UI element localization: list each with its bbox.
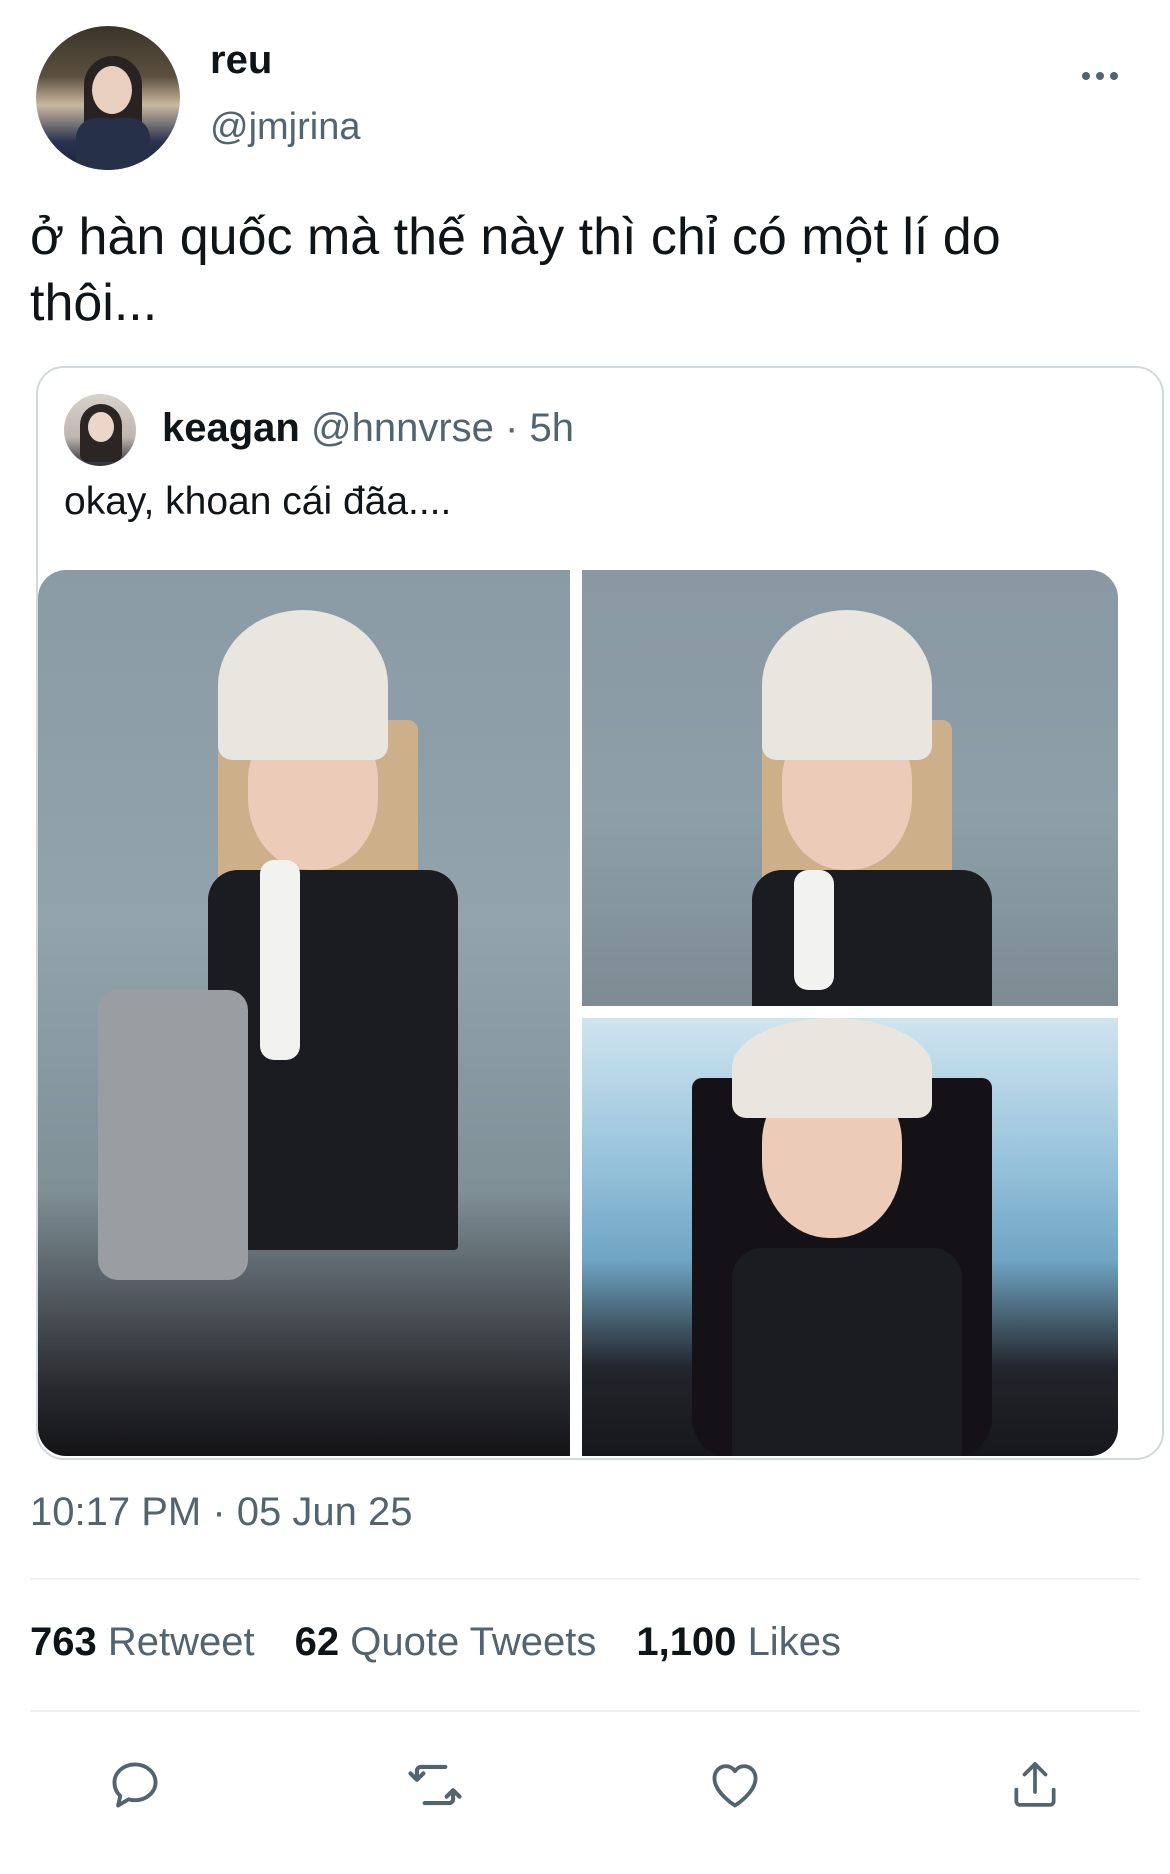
tweet-timestamp[interactable]: 10:17 PM · 05 Jun 25 [30,1490,412,1535]
retweet-icon [408,1764,462,1806]
retweet-button[interactable] [390,1740,480,1830]
more-options-button[interactable] [1070,56,1130,96]
quote-meta: @hnnvrse · 5h [310,406,574,450]
divider [30,1578,1140,1580]
tweet-stats: 763 Retweet 62 Quote Tweets 1,100 Likes [30,1620,841,1665]
author-display-name[interactable]: reu [210,38,272,83]
like-button[interactable] [690,1740,780,1830]
more-horizontal-icon [1082,72,1090,80]
media-grid [38,570,1118,1456]
reply-icon [112,1762,158,1808]
share-button[interactable] [990,1740,1080,1830]
media-image-1[interactable] [38,570,570,1456]
like-count: 1,100 [636,1620,737,1664]
tweet-text: ở hàn quốc mà thế này thì chỉ có một lí … [30,208,1001,332]
heart-icon [712,1764,758,1808]
action-bar [0,1740,1170,1830]
quote-display-name: keagan [162,406,300,450]
quoted-tweet[interactable]: keagan @hnnvrse · 5h okay, khoan cái đãa… [36,366,1164,1460]
tweet-detail: reu @jmjrina ở hàn quốc mà thế này thì c… [0,0,1170,1874]
retweet-count: 763 [30,1620,97,1664]
quote-count: 62 [294,1620,340,1664]
media-image-3[interactable] [582,1018,1118,1456]
quote-header: keagan @hnnvrse · 5h [162,406,574,451]
share-icon [1014,1762,1056,1807]
quote-label: Quote Tweets [350,1620,597,1664]
like-stat[interactable]: 1,100 Likes [636,1620,841,1665]
quote-author-avatar [64,394,136,466]
author-avatar[interactable] [36,26,180,170]
quote-text: okay, khoan cái đãa.... [64,480,452,523]
quote-stat[interactable]: 62 Quote Tweets [295,1620,597,1665]
author-username[interactable]: @jmjrina [210,106,360,149]
reply-button[interactable] [90,1740,180,1830]
media-image-2[interactable] [582,570,1118,1006]
retweet-stat[interactable]: 763 Retweet [30,1620,255,1665]
like-label: Likes [747,1620,841,1664]
divider [30,1710,1140,1712]
retweet-label: Retweet [107,1620,255,1664]
